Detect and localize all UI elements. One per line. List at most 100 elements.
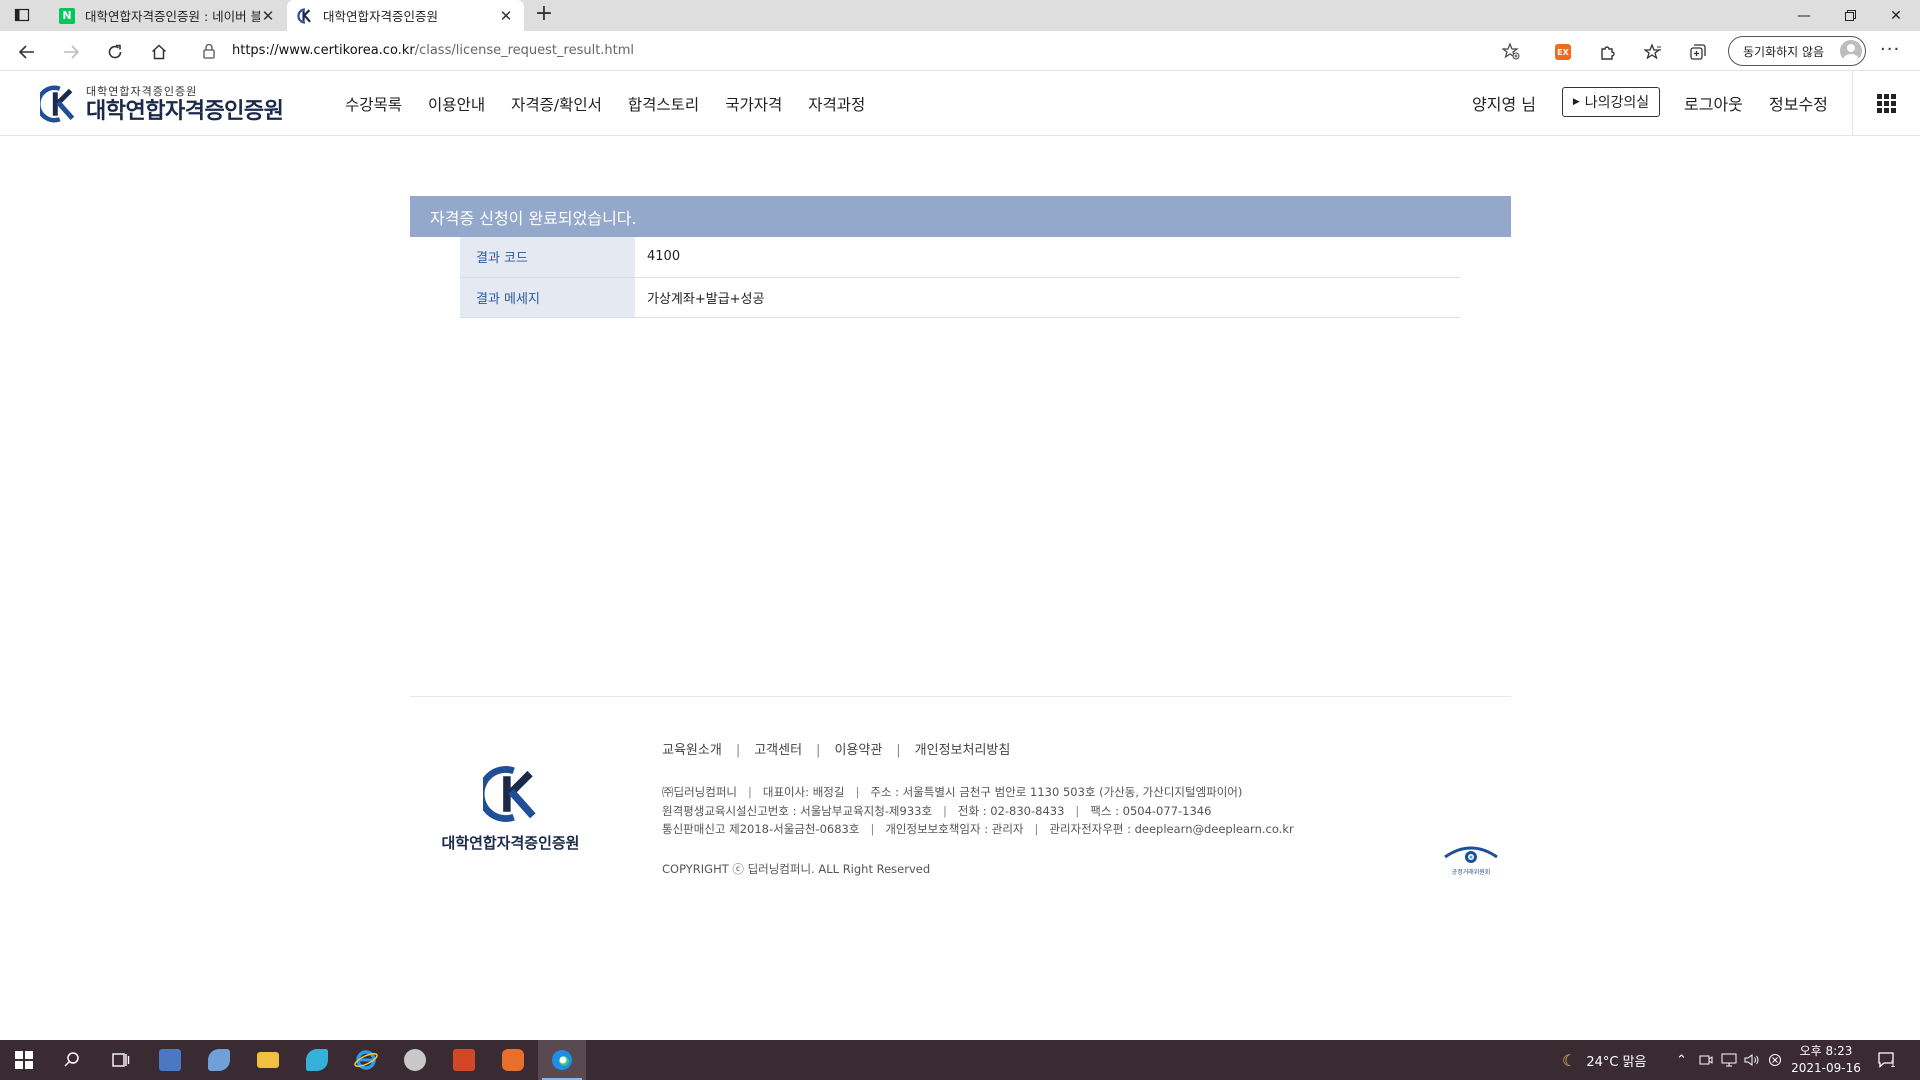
copyright-text: COPYRIGHT ⓒ 딥러닝컴퍼니. ALL Right Reserved <box>662 862 931 876</box>
task-view-icon[interactable] <box>96 1040 144 1080</box>
footer-info-line: 통신판매신고 제2018-서울금천-0683호 | 개인정보보호책임자 : 관리자 |… <box>662 822 1294 836</box>
lock-icon[interactable] <box>202 43 216 63</box>
profile-sync-button[interactable]: 동기화하지 않음 <box>1728 36 1866 66</box>
close-window-icon[interactable]: ✕ <box>1873 0 1919 31</box>
site-logo[interactable]: 대학연합자격증인증원 대학연합자격증인증원 <box>40 83 284 125</box>
file-explorer-icon[interactable] <box>244 1040 292 1080</box>
logout-link[interactable]: 로그아웃 <box>1684 91 1743 115</box>
windows-taskbar: ☾ 24°C 맑음 ⌃ 오후 8:23 2021-09-16 1 <box>0 1040 1920 1080</box>
new-tab-icon[interactable]: + <box>533 3 555 26</box>
my-classroom-label: 나의강의실 <box>1584 95 1650 111</box>
result-table: 결과 코드 4100 결과 메세지 가상계좌+발급+성공 <box>460 237 1460 318</box>
ftc-badge-label: 공정거래위원회 <box>1451 869 1491 876</box>
nav-success-story[interactable]: 합격스토리 <box>628 93 699 115</box>
main-nav: 수강목록 이용안내 자격증/확인서 합격스토리 국가자격 자격과정 <box>345 93 891 115</box>
notification-center-icon[interactable]: 1 <box>1877 1040 1896 1080</box>
system-clock[interactable]: 오후 8:23 2021-09-16 <box>1790 1043 1862 1077</box>
all-menu-button[interactable] <box>1852 71 1920 136</box>
moon-icon: ☾ <box>1562 1050 1577 1070</box>
more-options-icon[interactable]: ··· <box>1880 39 1900 60</box>
footer-logo: 대학연합자격증인증원 <box>428 764 593 853</box>
k-logo-icon <box>40 85 75 123</box>
close-tab-icon[interactable]: ✕ <box>260 7 276 25</box>
volume-icon[interactable] <box>1744 1040 1760 1080</box>
extensions-puzzle-icon[interactable] <box>1597 41 1619 63</box>
url-domain: https://www.certikorea.co.kr <box>232 43 415 58</box>
collections-icon[interactable] <box>1687 41 1709 63</box>
app-icon[interactable] <box>391 1040 439 1080</box>
tab-naver-blog[interactable]: N 대학연합자격증인증원 : 네이버 블로그 ✕ <box>49 0 286 31</box>
favorites-icon[interactable] <box>1642 41 1664 63</box>
result-panel: 자격증 신청이 완료되었습니다. 결과 코드 4100 결과 메세지 가상계좌+… <box>410 196 1511 318</box>
result-title: 자격증 신청이 완료되었습니다. <box>410 196 1511 237</box>
network-icon[interactable] <box>1721 1040 1737 1080</box>
tab-title: 대학연합자격증인증원 <box>323 9 439 24</box>
home-icon[interactable] <box>146 39 172 65</box>
footer-link-privacy[interactable]: 개인정보처리방침 <box>915 743 1011 758</box>
close-tab-icon[interactable]: ✕ <box>498 7 514 25</box>
weather-widget[interactable]: ☾ 24°C 맑음 <box>1562 1040 1647 1080</box>
tab-title: 대학연합자격증인증원 : 네이버 블로그 <box>85 9 260 24</box>
app-icon[interactable] <box>195 1040 243 1080</box>
table-row: 결과 메세지 가상계좌+발급+성공 <box>460 277 1460 318</box>
ime-status-icon[interactable] <box>1768 1040 1782 1080</box>
nav-cert-course[interactable]: 자격과정 <box>808 93 865 115</box>
result-code-label: 결과 코드 <box>460 237 635 278</box>
edit-info-link[interactable]: 정보수정 <box>1769 91 1828 115</box>
show-hidden-icons-icon[interactable]: ⌃ <box>1676 1040 1687 1080</box>
nav-course-list[interactable]: 수강목록 <box>345 93 402 115</box>
footer-org-name: 대학연합자격증인증원 <box>441 834 580 852</box>
meet-now-icon[interactable] <box>1699 1040 1713 1080</box>
notification-count-badge: 1 <box>1890 1060 1896 1070</box>
table-row: 결과 코드 4100 <box>460 237 1460 278</box>
windows-start-icon[interactable] <box>0 1040 48 1080</box>
weather-text: 24°C 맑음 <box>1586 1054 1647 1070</box>
footer-company-info: ㈜딥러닝컴퍼니 | 대표이사: 배정길 | 주소 : 서울특별시 금천구 범안로 113… <box>662 783 1294 839</box>
nav-guide[interactable]: 이용안내 <box>428 93 485 115</box>
forward-arrow-icon[interactable] <box>58 39 84 65</box>
footer-link-terms[interactable]: 이용약관 <box>834 743 882 758</box>
minimize-window-icon[interactable]: — <box>1781 0 1827 31</box>
search-icon[interactable] <box>48 1040 96 1080</box>
address-bar: https://www.certikorea.co.kr/class/licen… <box>0 31 1920 71</box>
clock-date: 2021-09-16 <box>1791 1061 1861 1075</box>
add-favorite-icon[interactable] <box>1501 42 1520 64</box>
powerpoint-icon[interactable] <box>440 1040 488 1080</box>
url-path: /class/license_request_result.html <box>414 43 635 58</box>
back-arrow-icon[interactable] <box>14 39 40 65</box>
calculator-icon[interactable] <box>146 1040 194 1080</box>
bird-app-icon[interactable] <box>293 1040 341 1080</box>
k-logo-icon <box>482 766 536 822</box>
edge-browser-icon[interactable] <box>538 1040 586 1080</box>
internet-explorer-icon[interactable] <box>342 1040 390 1080</box>
footer-link-about[interactable]: 교육원소개 <box>662 743 722 758</box>
extension-ex-icon[interactable]: EX <box>1552 41 1574 63</box>
logo-title: 대학연합자격증인증원 <box>86 99 284 124</box>
footer-info-line: ㈜딥러닝컴퍼니 | 대표이사: 배정길 | 주소 : 서울특별시 금천구 범안로 113… <box>662 785 1243 799</box>
footer-divider <box>410 696 1511 697</box>
site-header: 대학연합자격증인증원 대학연합자격증인증원 수강목록 이용안내 자격증/확인서 … <box>0 71 1920 136</box>
s-app-icon[interactable] <box>489 1040 537 1080</box>
my-classroom-button[interactable]: ▶ 나의강의실 <box>1562 87 1660 117</box>
tab-certikorea[interactable]: 대학연합자격증인증원 ✕ <box>287 0 524 31</box>
tab-actions-icon[interactable] <box>14 7 30 23</box>
result-message-label: 결과 메세지 <box>460 277 635 318</box>
sync-status-label: 동기화하지 않음 <box>1743 44 1825 59</box>
clock-time: 오후 8:23 <box>1799 1044 1853 1058</box>
url-field[interactable]: https://www.certikorea.co.kr/class/licen… <box>190 36 1530 66</box>
logo-subtitle: 대학연합자격증인증원 <box>86 85 198 98</box>
nav-certificate[interactable]: 자격증/확인서 <box>511 93 602 115</box>
result-code-value: 4100 <box>635 237 1460 278</box>
url-text: https://www.certikorea.co.kr/class/licen… <box>232 43 634 58</box>
user-name: 양지영 님 <box>1472 95 1536 114</box>
ftc-badge[interactable]: 공정거래위원회 <box>1441 843 1501 879</box>
footer-links: 교육원소개 | 고객센터 | 이용약관 | 개인정보처리방침 <box>662 743 1011 758</box>
nav-national-cert[interactable]: 국가자격 <box>725 93 782 115</box>
restore-window-icon[interactable] <box>1827 0 1873 31</box>
grid-menu-icon <box>1877 94 1896 113</box>
result-message-value: 가상계좌+발급+성공 <box>635 277 1460 318</box>
refresh-icon[interactable] <box>102 39 128 65</box>
naver-favicon-icon: N <box>59 7 75 24</box>
footer-link-support[interactable]: 고객센터 <box>754 743 802 758</box>
browser-tab-bar: N 대학연합자격증인증원 : 네이버 블로그 ✕ 대학연합자격증인증원 ✕ + … <box>0 0 1920 31</box>
